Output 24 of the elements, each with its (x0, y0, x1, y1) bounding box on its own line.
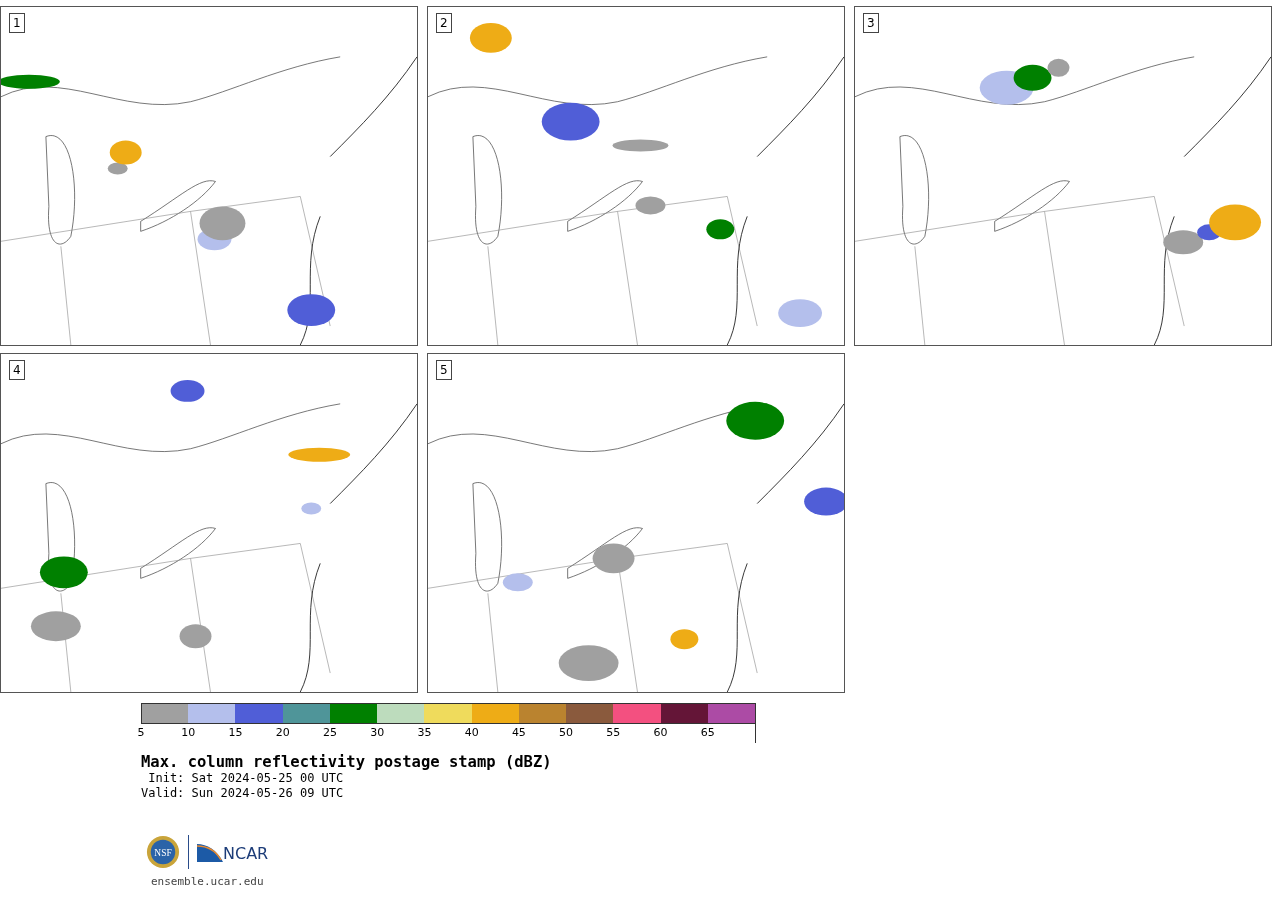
panel-number: 3 (863, 13, 879, 33)
valid-time: Valid: Sun 2024-05-26 09 UTC (141, 786, 345, 801)
panel-number: 2 (436, 13, 452, 33)
panel-number: 1 (9, 13, 25, 33)
tick-label: 65 (700, 726, 715, 739)
tick-label: 45 (511, 726, 526, 739)
tick-label: 5 (137, 726, 145, 739)
init-time: Init: Sat 2024-05-25 00 UTC (147, 771, 345, 786)
chart-title: Max. column reflectivity postage stamp (dBZ) (141, 753, 553, 771)
tick-label: 20 (275, 726, 290, 739)
tick-label: 30 (370, 726, 385, 739)
ncar-logo: NCAR (197, 842, 269, 862)
panel-number: 5 (436, 360, 452, 380)
tick-label: 55 (606, 726, 621, 739)
tick-label: 35 (417, 726, 432, 739)
tick-label: 15 (228, 726, 243, 739)
tick-label: 10 (181, 726, 196, 739)
panel-number: 4 (9, 360, 25, 380)
tick-label: 40 (464, 726, 479, 739)
tick-label: 50 (559, 726, 574, 739)
site-address: ensemble.ucar.edu (151, 875, 265, 888)
tick-label: 60 (653, 726, 668, 739)
seal-logo: NSF (146, 835, 180, 869)
tick-label: 25 (322, 726, 337, 739)
